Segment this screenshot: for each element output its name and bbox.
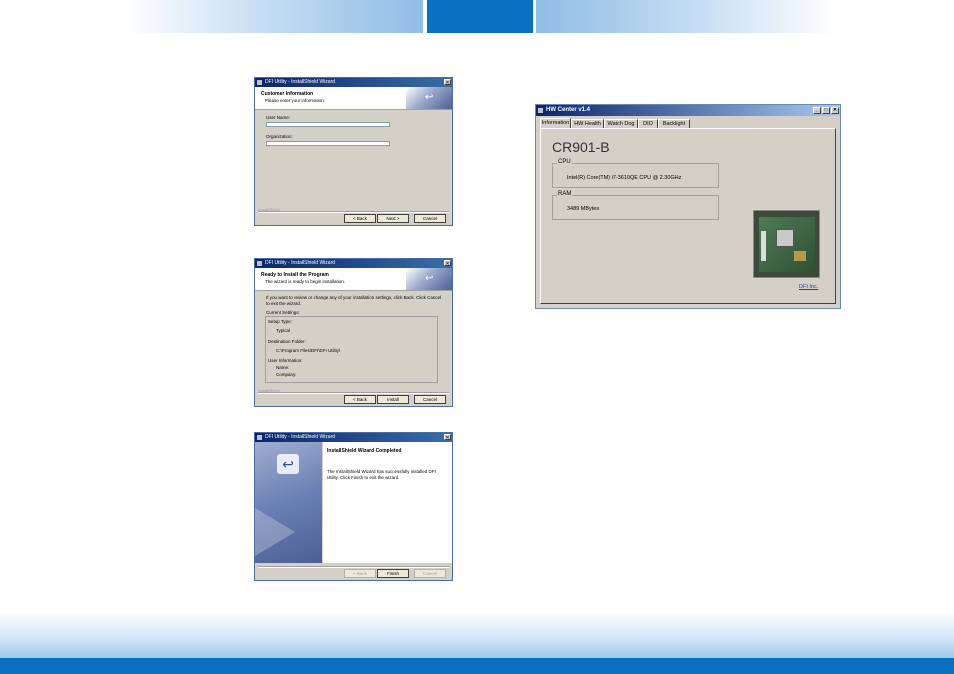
company-label: Company:: [276, 372, 297, 377]
username-input[interactable]: [266, 122, 390, 127]
back-button[interactable]: < Back: [344, 569, 376, 578]
dialog-heading: InstallShield Wizard Completed: [327, 448, 402, 454]
user-info-label: User Information:: [268, 358, 303, 363]
installshield-customer-info-dialog: DFI Utility - InstallShield Wizard ✕ Cus…: [254, 77, 453, 226]
setup-type-label: Setup Type:: [268, 319, 292, 324]
footer-bar: [0, 658, 954, 674]
app-icon: [257, 80, 262, 85]
information-panel: CR901-B CPU Intel(R) Core(TM) i7-3610QE …: [540, 128, 836, 304]
dialog-title: DFI Utility - InstallShield Wizard: [265, 79, 336, 85]
header-tab-block: [427, 0, 533, 33]
dialog-subheading: Please enter your information.: [265, 98, 326, 103]
tab-backlight[interactable]: Backlight: [658, 119, 690, 128]
dialog-title: DFI Utility - InstallShield Wizard: [265, 260, 336, 266]
maximize-button[interactable]: □: [822, 107, 830, 114]
content-area: InstallShield Wizard Completed The Insta…: [323, 442, 452, 563]
cpu-value: Intel(R) Core(TM) i7-3610QE CPU @ 2.30GH…: [567, 175, 682, 181]
dialog-banner: Customer Information Please enter your i…: [255, 87, 452, 110]
cancel-button[interactable]: Cancel: [414, 395, 446, 404]
dialog-heading: Customer Information: [261, 91, 314, 97]
tab-dio[interactable]: DIO: [638, 119, 658, 128]
installshield-logo-icon: ↩: [277, 454, 299, 474]
install-button[interactable]: Install: [377, 395, 409, 404]
close-button[interactable]: ✕: [831, 107, 839, 114]
settings-box: Setup Type: Typical Destination Folder: …: [265, 316, 438, 383]
ram-group: RAM 3489 MBytes: [552, 191, 719, 220]
dialog-title-bar: DFI Utility - InstallShield Wizard ✕: [255, 78, 452, 87]
ram-value: 3489 MBytes: [567, 206, 600, 212]
dialog-subheading: The wizard is ready to begin installatio…: [265, 279, 346, 284]
installshield-completed-dialog: DFI Utility - InstallShield Wizard ✕ ↩ I…: [254, 432, 453, 581]
finish-button[interactable]: Finish: [377, 569, 409, 578]
dialog-title-bar: DFI Utility - InstallShield Wizard ✕: [255, 259, 452, 268]
tab-hw-health[interactable]: HW Health: [571, 119, 604, 128]
app-icon: [257, 261, 262, 266]
window-title: HW Center v1.4: [546, 107, 591, 113]
side-banner-image: ↩: [255, 442, 322, 563]
tab-watch-dog[interactable]: Watch Dog: [604, 119, 638, 128]
next-button[interactable]: Next >: [377, 214, 409, 223]
installshield-logo-icon: ↩: [406, 87, 452, 109]
dialog-title-bar: DFI Utility - InstallShield Wizard ✕: [255, 433, 452, 442]
footer-gradient: [0, 612, 954, 658]
window-title-bar: HW Center v1.4 _ □ ✕: [536, 105, 840, 116]
app-icon: [257, 435, 262, 440]
destination-label: Destination Folder:: [268, 339, 306, 344]
name-label: Name:: [276, 365, 290, 370]
username-label: User Name:: [266, 115, 291, 120]
destination-value: C:\Program Files\DFI\DFI Utility\: [276, 348, 341, 353]
installshield-logo-icon: ↩: [406, 268, 452, 290]
close-button[interactable]: ✕: [444, 260, 451, 267]
completed-message: The InstallShield Wizard has successfull…: [327, 469, 436, 480]
dialog-title: DFI Utility - InstallShield Wizard: [265, 434, 336, 440]
back-button[interactable]: < Back: [344, 395, 376, 404]
minimize-button[interactable]: _: [813, 107, 821, 114]
tab-information[interactable]: Information: [540, 118, 571, 128]
footer-separator: [258, 211, 449, 213]
footer-separator: [258, 392, 449, 394]
current-settings-label: Current Settings:: [266, 310, 300, 315]
back-button[interactable]: < Back: [344, 214, 376, 223]
app-icon: [538, 108, 543, 113]
dialog-banner: Ready to Install the Program The wizard …: [255, 268, 452, 291]
dfi-link[interactable]: DFI Inc.: [799, 284, 818, 290]
close-button[interactable]: ✕: [444, 79, 451, 86]
header-gradient-right: [536, 0, 838, 33]
close-button[interactable]: ✕: [444, 434, 451, 441]
hw-center-window: HW Center v1.4 _ □ ✕ Information HW Heal…: [535, 104, 841, 309]
cancel-button[interactable]: Cancel: [414, 569, 446, 578]
footer-separator: [258, 566, 449, 568]
model-name: CR901-B: [552, 139, 610, 155]
cancel-button[interactable]: Cancel: [414, 214, 446, 223]
board-photo: [753, 210, 820, 278]
cpu-label: CPU: [557, 159, 572, 165]
header-gradient-left: [125, 0, 423, 33]
arrow-decoration: [255, 502, 295, 562]
organization-label: Organization:: [266, 134, 293, 139]
ram-label: RAM: [557, 191, 573, 197]
dialog-heading: Ready to Install the Program: [261, 272, 329, 278]
organization-input[interactable]: [266, 141, 390, 146]
installshield-ready-dialog: DFI Utility - InstallShield Wizard ✕ Rea…: [254, 258, 453, 407]
cpu-group: CPU Intel(R) Core(TM) i7-3610QE CPU @ 2.…: [552, 159, 719, 188]
setup-type-value: Typical: [276, 328, 291, 333]
intro-text: If you want to review or change any of y…: [266, 295, 442, 306]
